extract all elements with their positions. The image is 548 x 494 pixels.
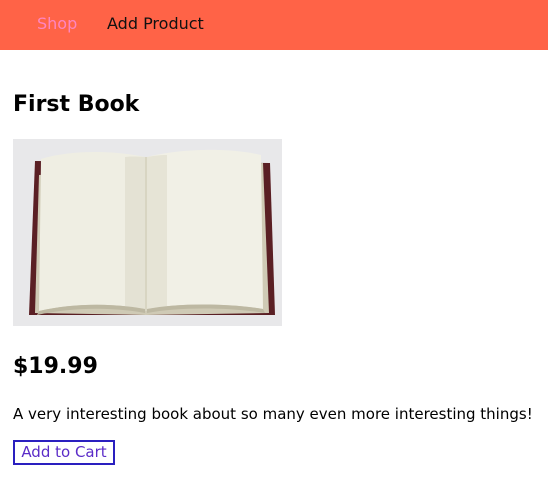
top-navigation-bar: Shop Add Product [0,0,548,50]
nav-link-add-product[interactable]: Add Product [107,14,204,34]
product-description: A very interesting book about so many ev… [13,405,533,423]
nav-link-shop[interactable]: Shop [37,14,77,34]
product-price: $19.99 [13,354,98,379]
product-image [13,139,282,326]
product-title: First Book [13,92,140,117]
add-to-cart-button[interactable]: Add to Cart [13,440,115,465]
open-book-image [13,139,282,326]
